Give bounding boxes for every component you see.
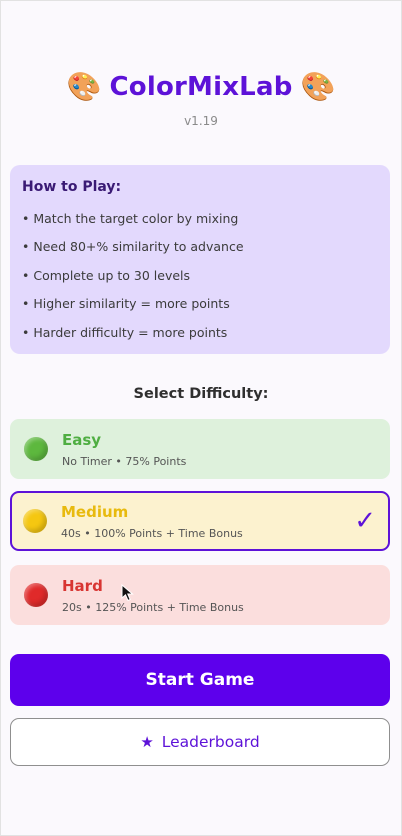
mouse-cursor-icon (121, 584, 134, 602)
difficulty-info: Medium 40s • 100% Points + Time Bonus (61, 503, 354, 540)
how-to-play-item: • Need 80+% similarity to advance (22, 239, 244, 255)
checkmark-icon: ✓ (354, 506, 376, 536)
yellow-circle-icon (23, 509, 47, 533)
how-to-play-item: • Higher similarity = more points (22, 296, 230, 312)
palette-icon: 🎨 (66, 70, 102, 103)
difficulty-name: Medium (61, 502, 129, 521)
app-header: 🎨 ColorMixLab 🎨 v1.19 (0, 70, 402, 128)
palette-icon: 🎨 (300, 70, 336, 103)
how-to-play-panel: How to Play: • Match the target color by… (10, 165, 390, 354)
app-title: ColorMixLab (109, 72, 293, 102)
how-to-play-title: How to Play: (22, 179, 122, 195)
how-to-play-item: • Complete up to 30 levels (22, 267, 191, 283)
difficulty-option-medium[interactable]: Medium 40s • 100% Points + Time Bonus ✓ (10, 491, 390, 551)
version-label: v1.19 (184, 114, 218, 128)
difficulty-description: 20s • 125% Points + Time Bonus (62, 600, 244, 614)
difficulty-description: No Timer • 75% Points (62, 454, 187, 468)
difficulty-name: Hard (62, 576, 103, 595)
green-circle-icon (24, 437, 48, 461)
how-to-play-item: • Harder difficulty = more points (22, 324, 228, 340)
difficulty-option-easy[interactable]: Easy No Timer • 75% Points (10, 419, 390, 479)
select-difficulty-label: Select Difficulty: (133, 386, 269, 402)
difficulty-info: Easy No Timer • 75% Points (62, 431, 390, 468)
leaderboard-label: Leaderboard (161, 733, 260, 751)
difficulty-name: Easy (62, 430, 102, 449)
difficulty-option-hard[interactable]: Hard 20s • 125% Points + Time Bonus (10, 565, 390, 625)
leaderboard-button[interactable]: ★ Leaderboard (10, 718, 390, 766)
title-row: 🎨 ColorMixLab 🎨 (0, 70, 402, 104)
how-to-play-item: • Match the target color by mixing (22, 211, 239, 226)
difficulty-description: 40s • 100% Points + Time Bonus (61, 526, 243, 540)
start-game-button[interactable]: Start Game (10, 654, 390, 706)
red-circle-icon (24, 583, 48, 607)
star-icon: ★ (140, 733, 154, 751)
difficulty-info: Hard 20s • 125% Points + Time Bonus (62, 577, 390, 614)
